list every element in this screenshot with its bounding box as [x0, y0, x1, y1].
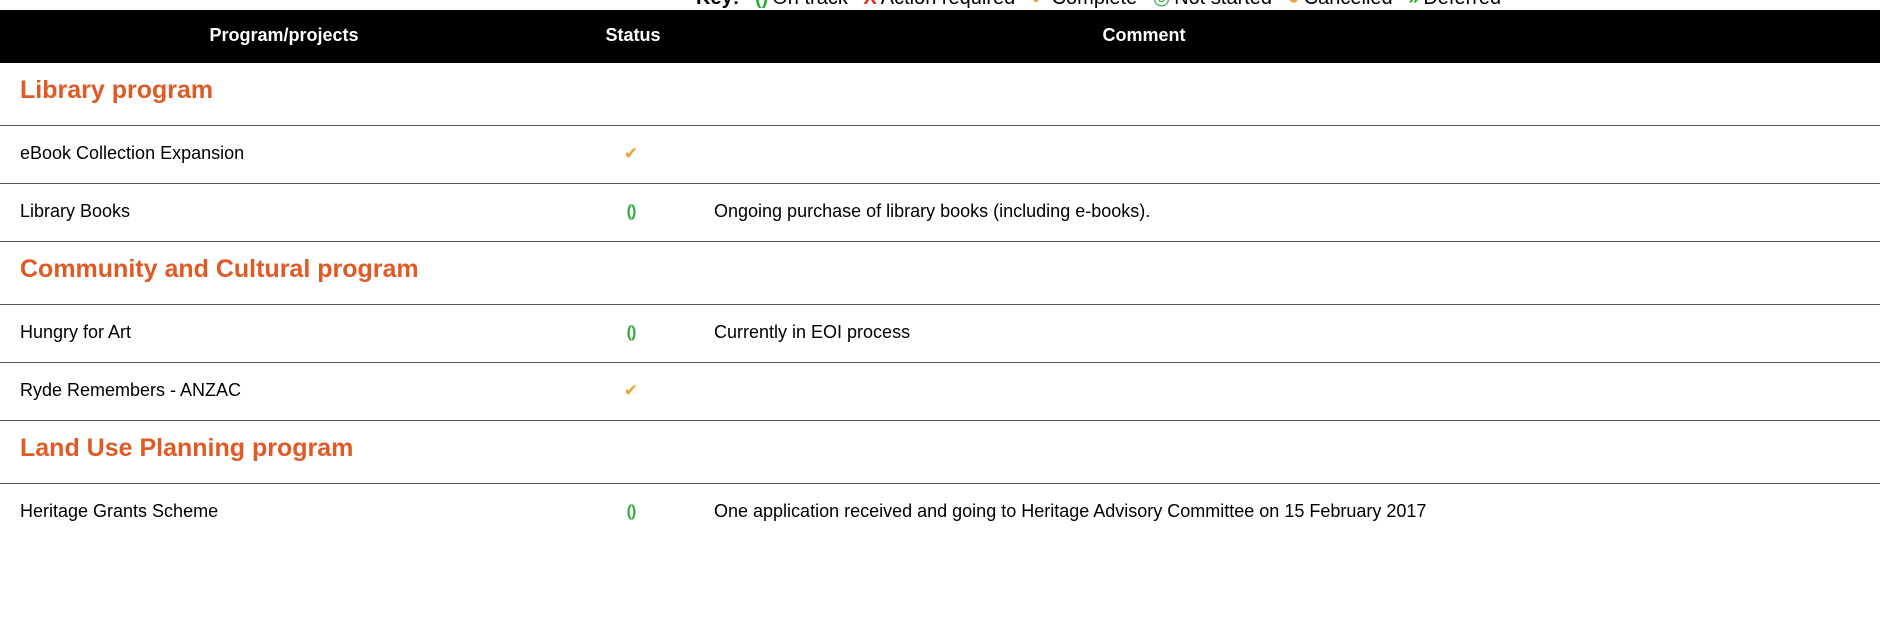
table-row: Ryde Remembers - ANZAC ✔: [0, 363, 1880, 421]
header-comment: Comment: [1102, 25, 1186, 45]
section-title: Library program: [20, 76, 214, 104]
table-body: Library program eBook Collection Expansi…: [0, 63, 1880, 541]
check-icon: ✔: [623, 381, 639, 400]
project-name: eBook Collection Expansion: [20, 143, 245, 163]
header-status: Status: [605, 25, 661, 45]
project-name: Heritage Grants Scheme: [20, 501, 219, 521]
table-row: Heritage Grants Scheme () One applicatio…: [0, 484, 1880, 541]
section-title: Land Use Planning program: [20, 434, 354, 462]
progress-icon: (): [755, 0, 768, 10]
section-land-use-planning: Land Use Planning program: [0, 421, 1880, 484]
key-label: Key:: [696, 0, 739, 9]
progress-icon: (): [626, 503, 637, 520]
key-on-track-label: On track: [772, 0, 848, 9]
status-key: Key: () On track X Action required ✔ Comple…: [696, 0, 1501, 10]
project-name: Ryde Remembers - ANZAC: [20, 380, 242, 400]
key-complete-label: Complete: [1052, 0, 1138, 9]
check-icon: ✔: [1031, 0, 1048, 10]
project-comment: One application received and going to He…: [714, 501, 1427, 521]
table-row: eBook Collection Expansion ✔: [0, 126, 1880, 184]
not-started-icon: ◎: [1153, 0, 1170, 10]
cancelled-icon: ●: [1288, 0, 1300, 10]
key-action-required-label: Action required: [881, 0, 1016, 9]
key-not-started-label: Not started: [1174, 0, 1272, 9]
section-community-cultural: Community and Cultural program: [0, 242, 1880, 305]
progress-icon: (): [626, 324, 637, 341]
key-cancelled-label: Cancelled: [1304, 0, 1393, 9]
deferred-icon: »: [1408, 0, 1419, 10]
section-library: Library program: [0, 63, 1880, 126]
key-deferred-label: Deferred: [1423, 0, 1501, 9]
header-program: Program/projects: [209, 25, 359, 45]
check-icon: ✔: [623, 144, 639, 163]
table-row: Library Books () Ongoing purchase of lib…: [0, 184, 1880, 242]
project-name: Hungry for Art: [20, 322, 132, 342]
table-row: Hungry for Art () Currently in EOI proce…: [0, 305, 1880, 363]
table-header: Program/projects Status Comment: [0, 10, 1880, 63]
project-name: Library Books: [20, 201, 131, 221]
project-comment: Currently in EOI process: [714, 322, 911, 342]
project-comment: Ongoing purchase of library books (inclu…: [714, 201, 1151, 221]
progress-icon: (): [626, 203, 637, 220]
section-title: Community and Cultural program: [20, 255, 419, 283]
status-report-page: Key: () On track X Action required ✔ Comple…: [0, 0, 1880, 639]
cross-icon: X: [863, 0, 876, 10]
